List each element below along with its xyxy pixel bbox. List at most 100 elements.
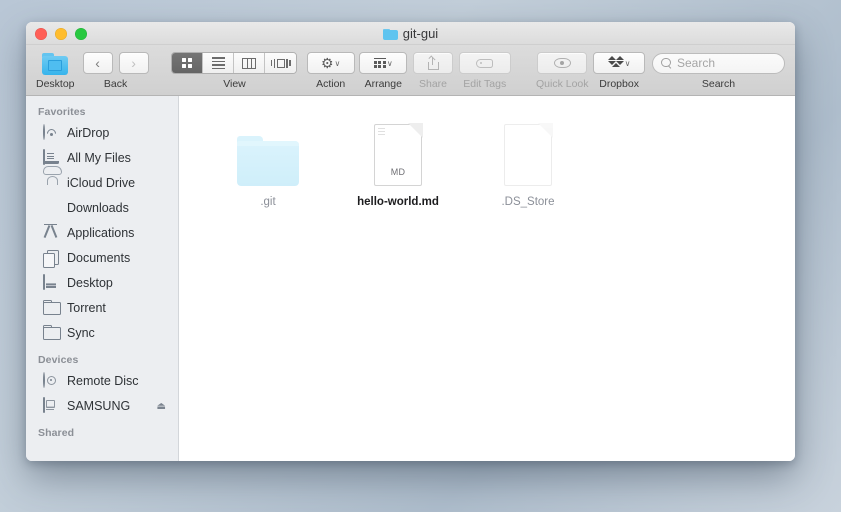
applications-icon xyxy=(43,225,60,242)
sidebar-item-label: AirDrop xyxy=(67,126,110,141)
sidebar-item-label: All My Files xyxy=(67,151,131,166)
sidebar-section-favorites-header: Favorites xyxy=(38,106,86,118)
action-label: Action xyxy=(316,78,346,90)
toolbar: Desktop ‹ › Back View ⚙ ∨ Action ∨ Arran… xyxy=(26,45,795,96)
quick-look-group: Quick Look xyxy=(536,48,589,90)
documents-icon xyxy=(43,250,60,267)
dropbox-icon xyxy=(607,56,624,70)
sidebar-item-label: Downloads xyxy=(67,201,129,216)
all-my-files-icon xyxy=(43,149,60,167)
edit-tags-group: Edit Tags xyxy=(458,48,511,90)
chevron-down-icon: ∨ xyxy=(624,58,631,68)
sidebar-item-desktop[interactable]: Desktop xyxy=(26,271,178,296)
download-icon xyxy=(43,200,60,217)
arrange-button[interactable]: ∨ xyxy=(359,52,408,74)
dropbox-group: ∨ Dropbox xyxy=(593,48,646,90)
file-extension-badge: MD xyxy=(390,167,406,177)
file-item-ds-store[interactable]: .DS_Store xyxy=(463,110,593,210)
view-segmented-control[interactable] xyxy=(171,52,298,74)
sidebar-item-label: SAMSUNG xyxy=(67,399,131,414)
sidebar-item-label: Remote Disc xyxy=(67,374,139,389)
sidebar-item-label: iCloud Drive xyxy=(67,176,136,191)
gear-icon: ⚙ xyxy=(320,55,334,71)
edit-tags-label: Edit Tags xyxy=(463,78,507,90)
file-name-label: .git xyxy=(260,196,276,208)
proxy-label: Desktop xyxy=(36,78,75,90)
sidebar-item-remote-disc[interactable]: Remote Disc xyxy=(26,369,178,394)
disc-icon xyxy=(43,372,60,390)
back-button[interactable]: ‹ xyxy=(82,52,113,74)
folder-icon xyxy=(43,300,60,317)
view-option-column[interactable] xyxy=(234,53,266,73)
folder-icon xyxy=(43,325,60,342)
share-label: Share xyxy=(418,78,448,90)
search-group: Search Search xyxy=(652,48,785,90)
sidebar-item-label: Desktop xyxy=(67,276,113,291)
sidebar-item-downloads[interactable]: Downloads xyxy=(26,196,178,221)
view-option-icon[interactable] xyxy=(172,53,204,73)
sidebar-item-icloud-drive[interactable]: iCloud Drive xyxy=(26,171,178,196)
forward-button[interactable]: › xyxy=(118,52,149,74)
share-icon xyxy=(427,54,439,70)
file-listing-area[interactable]: .git MD hello-world.md .DS_Store xyxy=(179,96,795,461)
view-option-coverflow[interactable] xyxy=(265,53,297,73)
chevron-left-icon: ‹ xyxy=(95,55,100,71)
view-group: View xyxy=(171,48,298,90)
file-item-hello-world-md[interactable]: MD hello-world.md xyxy=(333,110,463,210)
hard-drive-icon xyxy=(43,397,60,415)
document-icon: MD xyxy=(374,114,423,186)
eject-icon[interactable]: ⏏ xyxy=(157,401,166,412)
sidebar-item-label: Torrent xyxy=(67,301,106,316)
cloud-icon xyxy=(43,175,60,192)
grid-icon xyxy=(373,57,386,69)
sidebar-item-airdrop[interactable]: AirDrop xyxy=(26,121,178,146)
airdrop-icon xyxy=(43,124,60,142)
share-button[interactable] xyxy=(413,52,453,74)
search-placeholder: Search xyxy=(677,56,716,70)
search-icon xyxy=(661,57,672,69)
arrange-label: Arrange xyxy=(364,78,402,90)
folder-icon xyxy=(237,114,299,186)
chevron-down-icon: ∨ xyxy=(386,58,393,68)
action-button[interactable]: ⚙ ∨ xyxy=(306,52,355,74)
file-name-label: hello-world.md xyxy=(357,196,439,208)
window-title: git-gui xyxy=(402,26,439,41)
dropbox-label: Dropbox xyxy=(599,78,639,90)
share-group: Share xyxy=(413,48,453,90)
folder-icon[interactable] xyxy=(41,51,69,76)
sidebar-item-sync[interactable]: Sync xyxy=(26,321,178,346)
quick-look-button[interactable] xyxy=(537,52,588,74)
eye-icon xyxy=(553,58,571,68)
sidebar-section-devices-header: Devices xyxy=(38,354,79,366)
icon-grid: .git MD hello-world.md .DS_Store xyxy=(179,110,795,210)
sidebar-item-samsung[interactable]: SAMSUNG ⏏ xyxy=(26,394,178,419)
window-title-group: git-gui xyxy=(26,22,795,45)
nav-group: ‹ › Back xyxy=(82,48,149,90)
chevron-down-icon: ∨ xyxy=(334,58,341,68)
list-icon xyxy=(211,57,225,69)
action-group: ⚙ ∨ Action xyxy=(306,48,355,90)
sidebar-item-documents[interactable]: Documents xyxy=(26,246,178,271)
quick-look-label: Quick Look xyxy=(535,78,589,90)
arrange-group: ∨ Arrange xyxy=(359,48,408,90)
sidebar-item-label: Documents xyxy=(67,251,131,266)
window-body: Favorites AirDrop All My Files iCloud Dr… xyxy=(26,96,795,461)
proxy-group: Desktop xyxy=(36,48,75,90)
folder-icon xyxy=(382,28,398,40)
sidebar-item-applications[interactable]: Applications xyxy=(26,221,178,246)
file-item-git[interactable]: .git xyxy=(203,110,333,210)
dropbox-button[interactable]: ∨ xyxy=(593,52,646,74)
edit-tags-button[interactable] xyxy=(458,52,511,74)
title-bar[interactable]: git-gui xyxy=(26,22,795,45)
search-label: Search xyxy=(701,78,736,90)
sidebar-item-torrent[interactable]: Torrent xyxy=(26,296,178,321)
search-input[interactable]: Search xyxy=(652,52,785,74)
grid-icon xyxy=(182,58,193,68)
sidebar-item-label: Sync xyxy=(67,326,95,341)
sidebar-item-label: Applications xyxy=(67,226,135,241)
view-label: View xyxy=(223,78,246,90)
desktop-icon xyxy=(43,274,60,292)
view-option-list[interactable] xyxy=(203,53,235,73)
columns-icon xyxy=(242,57,257,69)
document-icon xyxy=(504,114,553,186)
